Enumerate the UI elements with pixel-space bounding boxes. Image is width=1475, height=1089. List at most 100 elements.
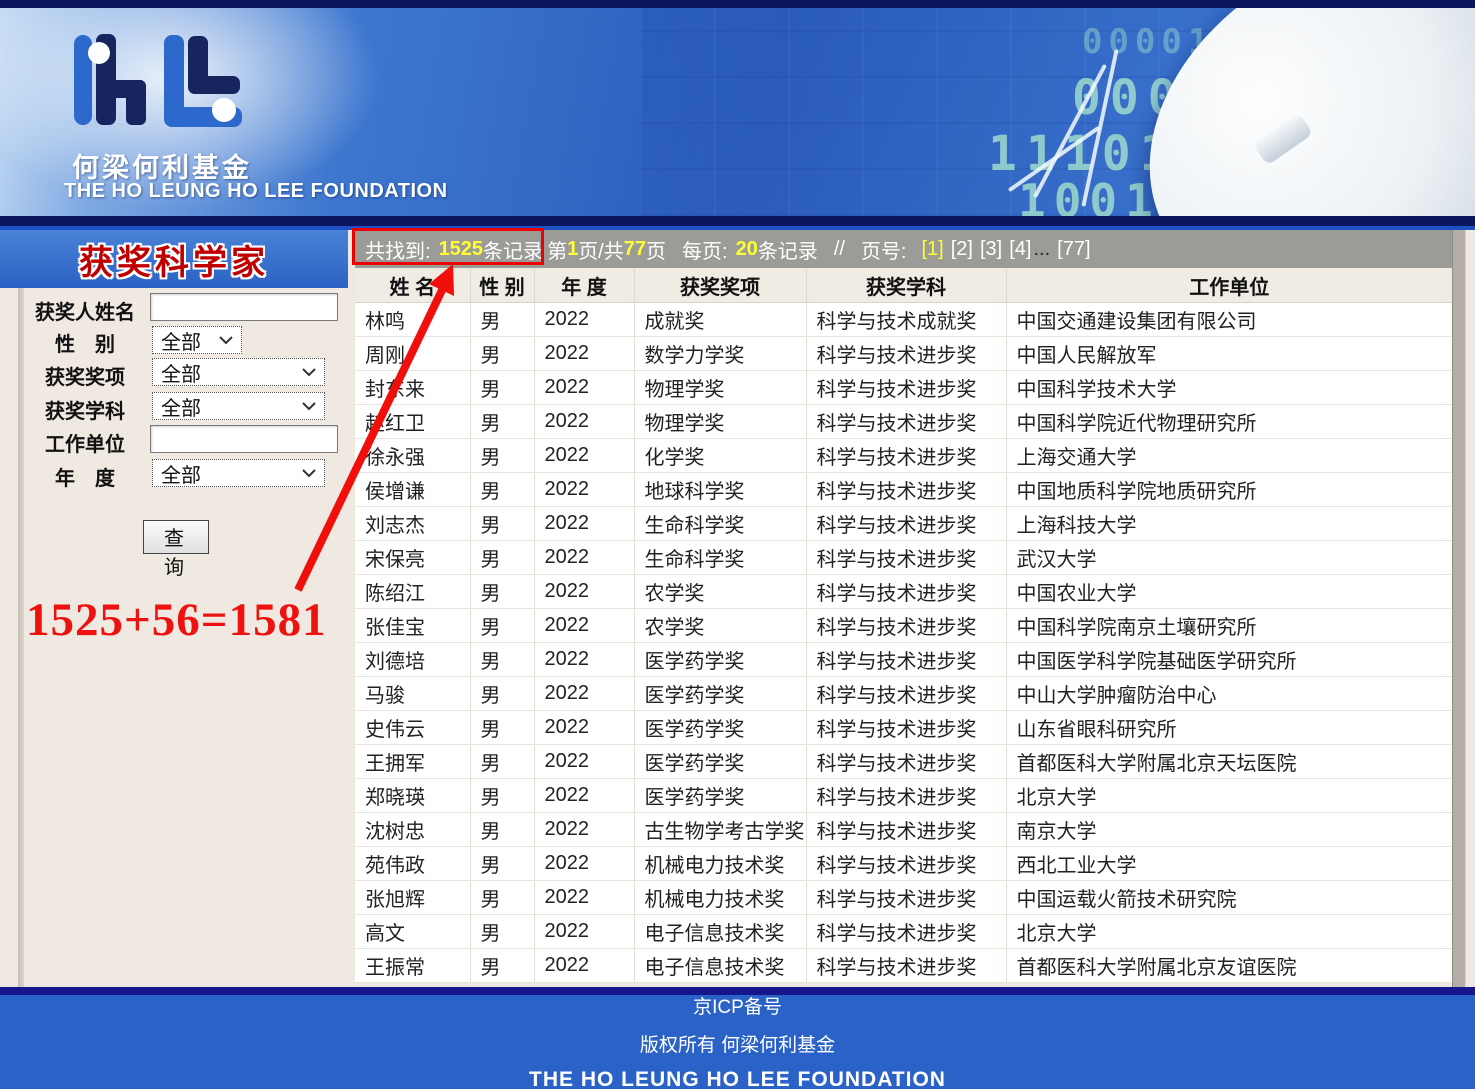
table-cell: 男 bbox=[470, 371, 534, 405]
table-cell: 南京大学 bbox=[1006, 813, 1452, 847]
per-page-suffix: 条记录 bbox=[758, 235, 818, 264]
table-cell: 西北工业大学 bbox=[1006, 847, 1452, 881]
table-cell: 男 bbox=[470, 473, 534, 507]
table-cell: 2022 bbox=[534, 371, 634, 405]
table-row: 林鸣男2022成就奖科学与技术成就奖中国交通建设集团有限公司 bbox=[355, 303, 1452, 337]
table-cell: 2022 bbox=[534, 813, 634, 847]
table-cell: 刘德培 bbox=[355, 643, 470, 677]
discipline-label: 获奖学科 bbox=[25, 395, 145, 424]
award-select[interactable]: 全部 bbox=[152, 358, 325, 386]
table-cell: 科学与技术进步奖 bbox=[806, 541, 1006, 575]
table-cell: 林鸣 bbox=[355, 303, 470, 337]
table-cell: 中山大学肿瘤防治中心 bbox=[1006, 677, 1452, 711]
page-prefix: 第 bbox=[547, 235, 567, 264]
column-header: 年 度 bbox=[534, 268, 634, 303]
table-cell: 数学力学奖 bbox=[634, 337, 806, 371]
table-cell: 男 bbox=[470, 541, 534, 575]
table-cell: 周刚 bbox=[355, 337, 470, 371]
table-cell: 科学与技术进步奖 bbox=[806, 677, 1006, 711]
table-cell: 2022 bbox=[534, 303, 634, 337]
table-cell: 中国地质科学院地质研究所 bbox=[1006, 473, 1452, 507]
search-button[interactable]: 查 询 bbox=[143, 520, 209, 554]
year-label: 年 度 bbox=[25, 462, 145, 491]
table-row: 张旭辉男2022机械电力技术奖科学与技术进步奖中国运载火箭技术研究院 bbox=[355, 881, 1452, 915]
table-cell: 2022 bbox=[534, 847, 634, 881]
annotation-red-box bbox=[352, 228, 544, 265]
pagination-ellipsis: ... bbox=[1034, 238, 1051, 261]
foundation-logo-icon bbox=[64, 20, 244, 128]
table-cell: 2022 bbox=[534, 643, 634, 677]
table-cell: 科学与技术进步奖 bbox=[806, 371, 1006, 405]
sidebar-header: 获奖科学家 bbox=[0, 230, 348, 288]
work-unit-input[interactable] bbox=[150, 425, 338, 453]
table-cell: 2022 bbox=[534, 405, 634, 439]
page-link[interactable]: [3] bbox=[980, 238, 1002, 261]
page-mid: 页/共 bbox=[578, 235, 624, 264]
chevron-down-icon bbox=[302, 402, 316, 411]
table-cell: 男 bbox=[470, 813, 534, 847]
table-cell: 男 bbox=[470, 337, 534, 371]
table-cell: 男 bbox=[470, 779, 534, 813]
page-link[interactable]: [77] bbox=[1057, 238, 1090, 261]
page-suffix: 页 bbox=[646, 235, 666, 264]
table-cell: 张旭辉 bbox=[355, 881, 470, 915]
table-cell: 陈绍江 bbox=[355, 575, 470, 609]
table-cell: 男 bbox=[470, 711, 534, 745]
table-cell: 高文 bbox=[355, 915, 470, 949]
table-cell: 地球科学奖 bbox=[634, 473, 806, 507]
table-cell: 刘志杰 bbox=[355, 507, 470, 541]
table-cell: 农学奖 bbox=[634, 575, 806, 609]
chevron-down-icon bbox=[302, 368, 316, 377]
table-cell: 王拥军 bbox=[355, 745, 470, 779]
page-link[interactable]: [4] bbox=[1009, 238, 1031, 261]
table-cell: 2022 bbox=[534, 439, 634, 473]
icp-record-text: 京ICP备号 bbox=[693, 992, 782, 1019]
table-cell: 物理学奖 bbox=[634, 371, 806, 405]
page-link[interactable]: [1] bbox=[922, 238, 944, 261]
table-cell: 男 bbox=[470, 847, 534, 881]
table-row: 刘志杰男2022生命科学奖科学与技术进步奖上海科技大学 bbox=[355, 507, 1452, 541]
table-cell: 科学与技术进步奖 bbox=[806, 813, 1006, 847]
table-cell: 北京大学 bbox=[1006, 779, 1452, 813]
table-cell: 电子信息技术奖 bbox=[634, 915, 806, 949]
table-cell: 2022 bbox=[534, 915, 634, 949]
table-cell: 科学与技术进步奖 bbox=[806, 779, 1006, 813]
table-row: 封东来男2022物理学奖科学与技术进步奖中国科学技术大学 bbox=[355, 371, 1452, 405]
table-cell: 医学药学奖 bbox=[634, 677, 806, 711]
award-select-value: 全部 bbox=[161, 358, 201, 387]
table-cell: 2022 bbox=[534, 881, 634, 915]
winner-name-input[interactable] bbox=[150, 293, 338, 321]
total-pages: 77 bbox=[624, 238, 646, 261]
table-cell: 科学与技术进步奖 bbox=[806, 609, 1006, 643]
table-row: 周刚男2022数学力学奖科学与技术进步奖中国人民解放军 bbox=[355, 337, 1452, 371]
table-cell: 郑晓瑛 bbox=[355, 779, 470, 813]
table-cell: 2022 bbox=[534, 541, 634, 575]
table-cell: 沈树忠 bbox=[355, 813, 470, 847]
table-cell: 赵红卫 bbox=[355, 405, 470, 439]
table-cell: 物理学奖 bbox=[634, 405, 806, 439]
table-cell: 机械电力技术奖 bbox=[634, 881, 806, 915]
table-cell: 男 bbox=[470, 915, 534, 949]
table-cell: 成就奖 bbox=[634, 303, 806, 337]
table-row: 赵红卫男2022物理学奖科学与技术进步奖中国科学院近代物理研究所 bbox=[355, 405, 1452, 439]
table-cell: 科学与技术进步奖 bbox=[806, 745, 1006, 779]
table-cell: 山东省眼科研究所 bbox=[1006, 711, 1452, 745]
table-cell: 2022 bbox=[534, 745, 634, 779]
search-sidebar: 获奖科学家 获奖人姓名 性 别 全部 获奖奖项 全部 获奖学科 全部 工作单位 … bbox=[0, 230, 348, 987]
table-cell: 张佳宝 bbox=[355, 609, 470, 643]
discipline-select-value: 全部 bbox=[161, 392, 201, 421]
table-cell: 中国运载火箭技术研究院 bbox=[1006, 881, 1452, 915]
year-select[interactable]: 全部 bbox=[152, 459, 325, 487]
table-cell: 中国医学科学院基础医学研究所 bbox=[1006, 643, 1452, 677]
sidebar-title: 获奖科学家 bbox=[79, 235, 269, 284]
page-link[interactable]: [2] bbox=[951, 238, 973, 261]
table-cell: 首都医科大学附属北京友谊医院 bbox=[1006, 949, 1452, 983]
discipline-select[interactable]: 全部 bbox=[152, 392, 325, 420]
table-cell: 科学与技术进步奖 bbox=[806, 949, 1006, 983]
table-cell: 2022 bbox=[534, 337, 634, 371]
table-cell: 中国科学技术大学 bbox=[1006, 371, 1452, 405]
year-select-value: 全部 bbox=[161, 459, 201, 488]
vertical-scrollbar[interactable] bbox=[1452, 230, 1466, 987]
table-cell: 生命科学奖 bbox=[634, 507, 806, 541]
gender-select[interactable]: 全部 bbox=[152, 326, 242, 354]
